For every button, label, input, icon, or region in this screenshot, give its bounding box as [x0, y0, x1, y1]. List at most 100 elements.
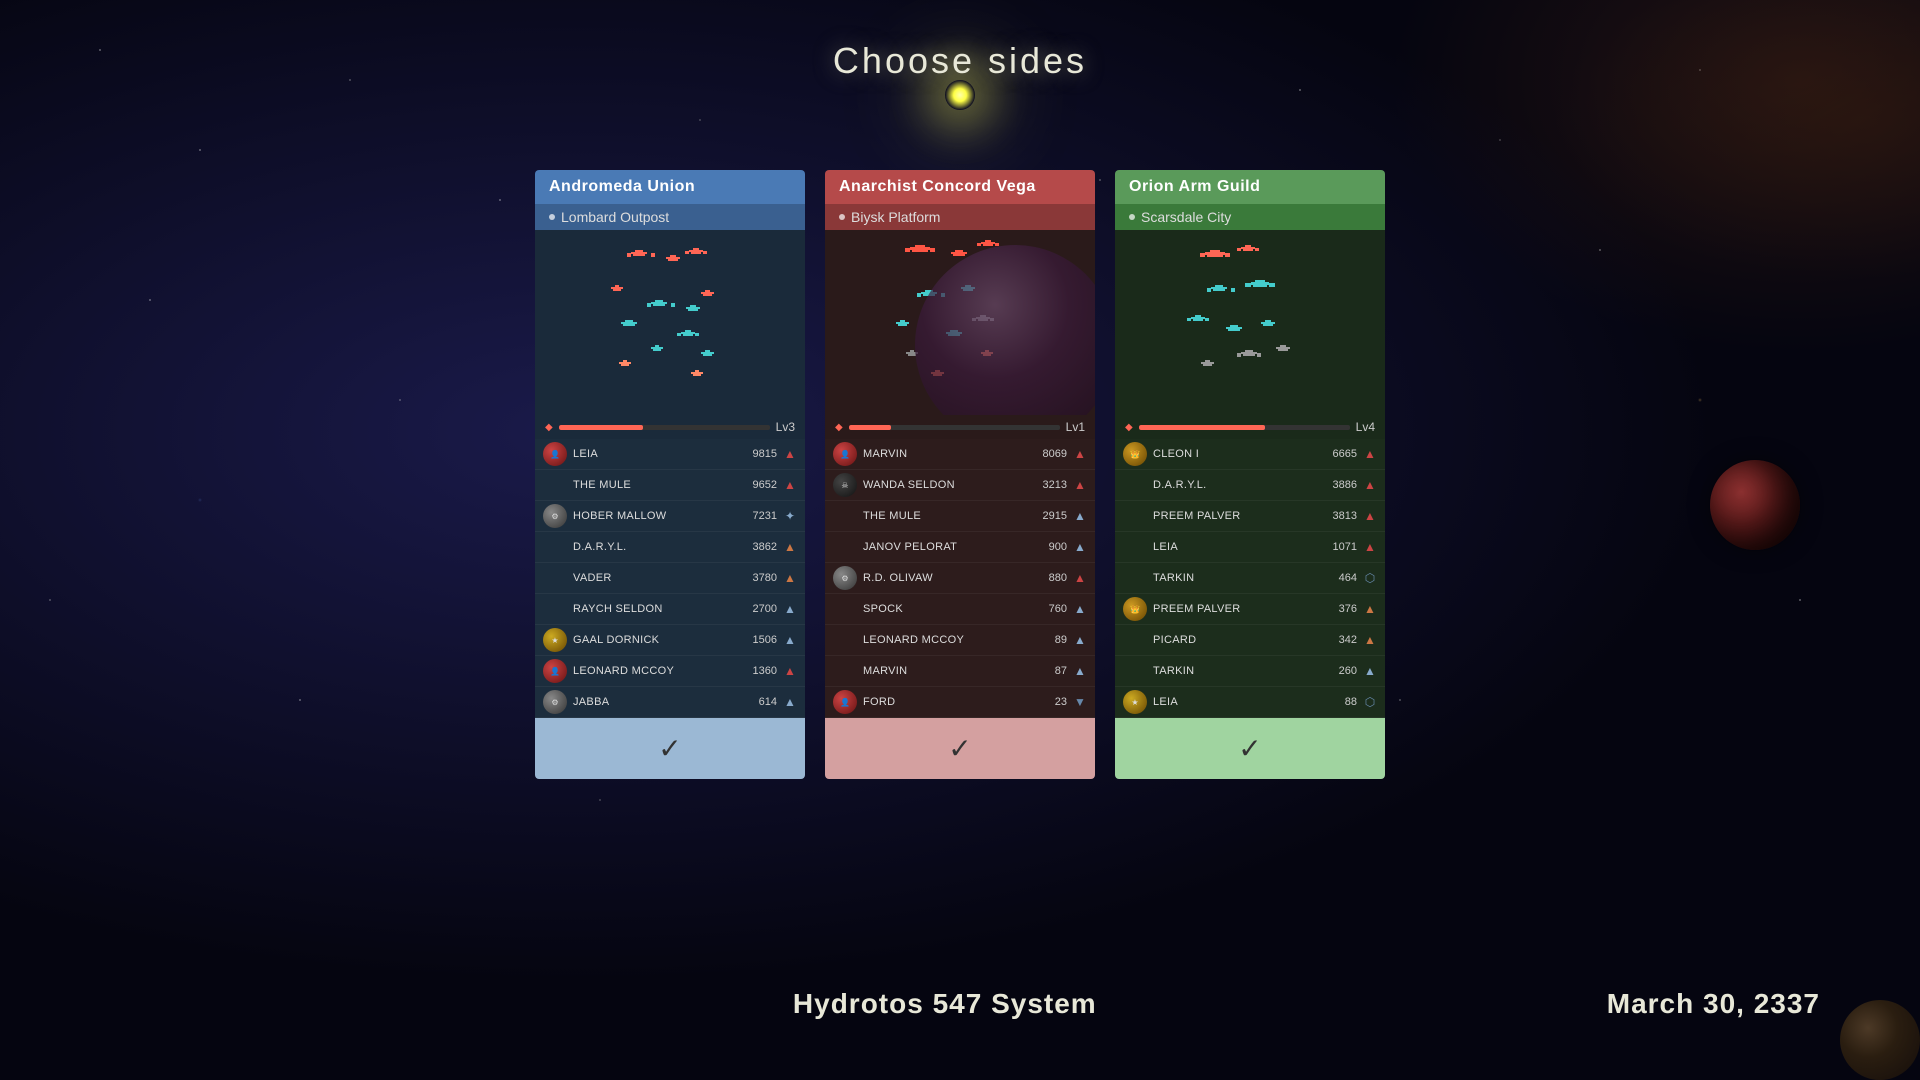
table-row: ⚙ JABBA 614 ▲ — [535, 687, 805, 718]
ship-icon: ▲ — [783, 540, 797, 554]
ship-icon: ✦ — [783, 509, 797, 523]
andromeda-battle-area — [535, 230, 805, 415]
diamond-icon: ◆ — [835, 422, 843, 433]
ship-icon: ▲ — [1073, 633, 1087, 647]
date-label: March 30, 2337 — [1607, 988, 1820, 1020]
table-row: 👑 PREEM PALVER 376 ▲ — [1115, 594, 1385, 625]
ship-icon: ▲ — [1073, 571, 1087, 585]
ship-icon: ▲ — [1073, 478, 1087, 492]
nebula — [1320, 0, 1920, 400]
andromeda-bar — [559, 425, 770, 430]
andromeda-ships-svg — [535, 230, 805, 415]
avatar — [833, 504, 857, 528]
ship-icon: ▲ — [783, 633, 797, 647]
orion-bar — [1139, 425, 1350, 430]
anarchist-header: Anarchist Concord Vega — [825, 170, 1095, 204]
avatar — [833, 659, 857, 683]
card-anarchist[interactable]: Anarchist Concord Vega Biysk Platform — [825, 170, 1095, 779]
anarchist-battle-area — [825, 230, 1095, 415]
ship-icon: ▲ — [783, 695, 797, 709]
avatar: ★ — [543, 628, 567, 652]
avatar — [543, 473, 567, 497]
avatar — [1123, 535, 1147, 559]
avatar: ☠ — [833, 473, 857, 497]
andromeda-bar-fill — [559, 425, 643, 430]
table-row: 👤 MARVIN 8069 ▲ — [825, 439, 1095, 470]
avatar — [1123, 566, 1147, 590]
ship-icon: ⬡ — [1363, 695, 1377, 709]
diamond-icon: ◆ — [1125, 422, 1133, 433]
table-row: PICARD 342 ▲ — [1115, 625, 1385, 656]
avatar: 👤 — [833, 442, 857, 466]
table-row: SPOCK 760 ▲ — [825, 594, 1095, 625]
orion-select-button[interactable]: ✓ — [1115, 718, 1385, 779]
ship-icon: ▲ — [1073, 540, 1087, 554]
avatar: ⚙ — [543, 504, 567, 528]
avatar: ★ — [1123, 690, 1147, 714]
avatar: 👤 — [833, 690, 857, 714]
ship-icon: ▲ — [783, 478, 797, 492]
orion-level-bar: ◆ Lv4 — [1115, 415, 1385, 439]
table-row: MARVIN 87 ▲ — [825, 656, 1095, 687]
ship-icon: ▲ — [783, 447, 797, 461]
ship-icon: ▲ — [1073, 664, 1087, 678]
ship-icon: ▲ — [783, 602, 797, 616]
andromeda-subheader: Lombard Outpost — [535, 204, 805, 230]
planet-bottom-right — [1840, 1000, 1920, 1080]
system-name: Hydrotos 547 System — [793, 988, 1097, 1020]
avatar — [1123, 473, 1147, 497]
table-row: ⚙ HOBER MALLOW 7231 ✦ — [535, 501, 805, 532]
avatar — [543, 535, 567, 559]
anarchist-subheader: Biysk Platform — [825, 204, 1095, 230]
star-glow — [945, 80, 975, 110]
table-row: 👤 LEIA 9815 ▲ — [535, 439, 805, 470]
anarchist-players: 👤 MARVIN 8069 ▲ ☠ WANDA SELDON 3213 ▲ TH… — [825, 439, 1095, 718]
orion-players: 👑 CLEON I 6665 ▲ D.A.R.Y.L. 3886 ▲ PREEM… — [1115, 439, 1385, 718]
table-row: 👤 LEONARD MCCOY 1360 ▲ — [535, 656, 805, 687]
card-andromeda[interactable]: Andromeda Union Lombard Outpost — [535, 170, 805, 779]
subheader-dot — [839, 214, 845, 220]
ship-icon: ▲ — [1073, 447, 1087, 461]
orion-subheader: Scarsdale City — [1115, 204, 1385, 230]
table-row: TARKIN 260 ▲ — [1115, 656, 1385, 687]
page-title: Choose sides — [833, 40, 1087, 82]
table-row: THE MULE 9652 ▲ — [535, 470, 805, 501]
table-row: ☠ WANDA SELDON 3213 ▲ — [825, 470, 1095, 501]
table-row: TARKIN 464 ⬡ — [1115, 563, 1385, 594]
avatar: ⚙ — [543, 690, 567, 714]
subheader-dot — [1129, 214, 1135, 220]
ship-icon: ▲ — [1363, 602, 1377, 616]
table-row: JANOV PELORAT 900 ▲ — [825, 532, 1095, 563]
table-row: PREEM PALVER 3813 ▲ — [1115, 501, 1385, 532]
andromeda-header: Andromeda Union — [535, 170, 805, 204]
avatar: 👤 — [543, 442, 567, 466]
cards-container: Andromeda Union Lombard Outpost — [535, 170, 1385, 779]
avatar: 👑 — [1123, 597, 1147, 621]
avatar — [543, 597, 567, 621]
table-row: LEIA 1071 ▲ — [1115, 532, 1385, 563]
planet-right — [1710, 460, 1800, 550]
ship-icon: ▲ — [783, 664, 797, 678]
ship-icon: ▲ — [1073, 509, 1087, 523]
anarchist-select-button[interactable]: ✓ — [825, 718, 1095, 779]
ship-icon: ▲ — [1363, 540, 1377, 554]
table-row: VADER 3780 ▲ — [535, 563, 805, 594]
avatar — [1123, 504, 1147, 528]
diamond-icon: ◆ — [545, 422, 553, 433]
table-row: ★ GAAL DORNICK 1506 ▲ — [535, 625, 805, 656]
table-row: 👑 CLEON I 6665 ▲ — [1115, 439, 1385, 470]
ship-icon: ▲ — [1363, 633, 1377, 647]
anarchist-bar — [849, 425, 1060, 430]
avatar: ⚙ — [833, 566, 857, 590]
andromeda-select-button[interactable]: ✓ — [535, 718, 805, 779]
avatar — [833, 535, 857, 559]
table-row: RAYCH SELDON 2700 ▲ — [535, 594, 805, 625]
table-row: ★ LEIA 88 ⬡ — [1115, 687, 1385, 718]
table-row: D.A.R.Y.L. 3886 ▲ — [1115, 470, 1385, 501]
card-orion[interactable]: Orion Arm Guild Scarsdale City — [1115, 170, 1385, 779]
table-row: LEONARD MCCOY 89 ▲ — [825, 625, 1095, 656]
subheader-dot — [549, 214, 555, 220]
table-row: THE MULE 2915 ▲ — [825, 501, 1095, 532]
ship-icon: ▼ — [1073, 695, 1087, 709]
ship-icon: ▲ — [1363, 509, 1377, 523]
